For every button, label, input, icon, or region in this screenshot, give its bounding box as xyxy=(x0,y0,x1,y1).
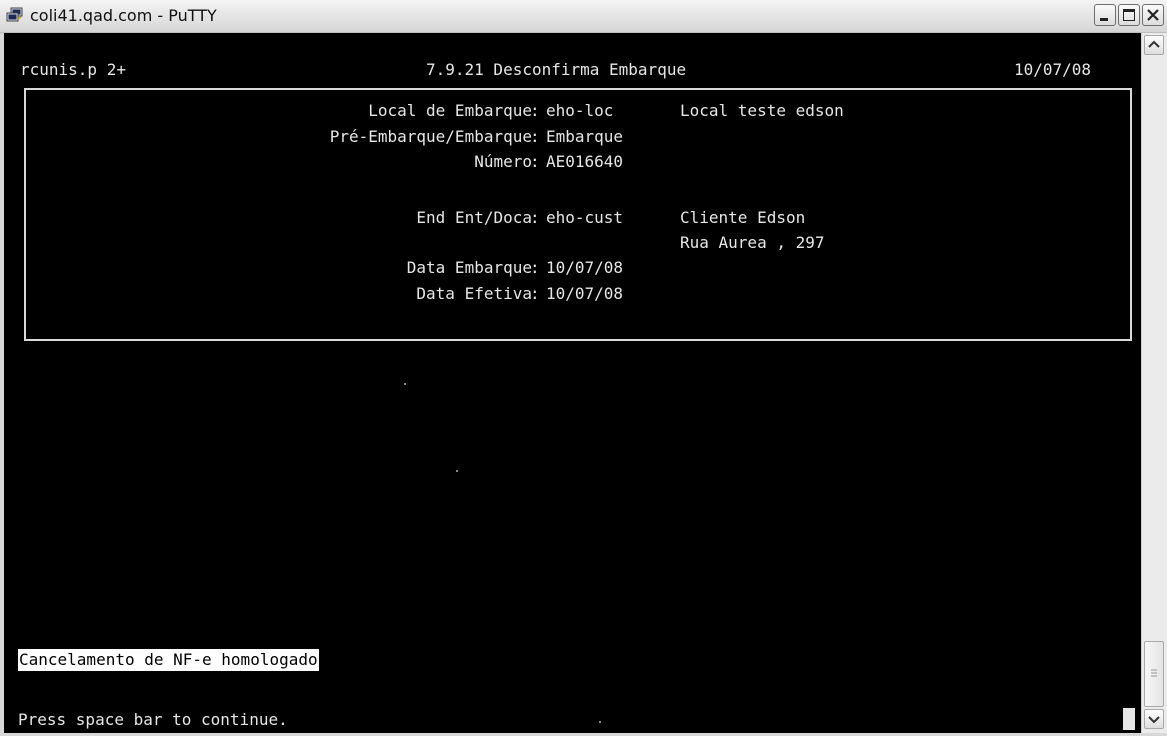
field-row-data-embarque: Data Embarque : 10/07/08 xyxy=(26,257,1130,279)
scroll-up-button[interactable] xyxy=(1144,35,1164,55)
minimize-icon xyxy=(1100,18,1108,21)
continue-prompt: Press space bar to continue. xyxy=(18,710,288,729)
address-line: Rua Aurea , 297 xyxy=(680,233,825,252)
screen-artifact xyxy=(599,721,601,723)
putty-window: coli41.qad.com - PuTTY rcunis.p 2+ 7.9.2… xyxy=(0,0,1167,736)
putty-terminal-icon[interactable] xyxy=(6,7,24,23)
field-row-pre-embarque: Pré-Embarque/Embarque : Embarque xyxy=(26,126,1130,148)
field-colon: : xyxy=(530,127,540,146)
text-cursor xyxy=(1123,708,1135,730)
program-name: rcunis.p 2+ xyxy=(20,60,126,79)
field-value[interactable]: AE016640 xyxy=(546,151,623,173)
field-label: Número xyxy=(474,152,532,171)
field-colon: : xyxy=(530,284,540,303)
vertical-scrollbar[interactable] xyxy=(1141,33,1167,733)
field-label: Pré-Embarque/Embarque xyxy=(329,127,532,146)
field-label: Data Efetiva xyxy=(416,284,532,303)
field-colon: : xyxy=(530,152,540,171)
field-value[interactable]: 10/07/08 xyxy=(546,257,623,279)
close-button[interactable] xyxy=(1142,4,1164,26)
minimize-button[interactable] xyxy=(1094,4,1116,26)
field-colon: : xyxy=(530,101,540,120)
field-row-numero: Número : AE016640 xyxy=(26,151,1130,173)
field-row-address: Rua Aurea , 297 xyxy=(26,232,1130,254)
field-description: Cliente Edson xyxy=(680,208,806,227)
field-value[interactable]: eho-cust xyxy=(546,207,623,229)
grip-icon xyxy=(1151,669,1157,677)
chevron-down-icon xyxy=(1148,716,1160,724)
shipment-form-frame: Local de Embarque : eho-loc Local teste … xyxy=(24,88,1132,341)
screen-artifact xyxy=(456,470,458,472)
close-icon xyxy=(1147,9,1159,21)
terminal-screen[interactable]: rcunis.p 2+ 7.9.21 Desconfirma Embarque … xyxy=(4,33,1141,733)
field-label: Local de Embarque xyxy=(368,101,532,120)
field-value[interactable]: 10/07/08 xyxy=(546,283,623,305)
field-label: Data Embarque xyxy=(406,258,532,277)
field-value[interactable]: eho-loc xyxy=(546,100,613,122)
field-row-local-embarque: Local de Embarque : eho-loc Local teste … xyxy=(26,100,1130,122)
field-value[interactable]: Embarque xyxy=(546,126,623,148)
scroll-thumb[interactable] xyxy=(1144,641,1164,707)
screen-artifact xyxy=(404,383,406,385)
maximize-icon xyxy=(1123,9,1135,21)
maximize-button[interactable] xyxy=(1118,4,1140,26)
scroll-down-button[interactable] xyxy=(1144,709,1164,729)
title-bar[interactable]: coli41.qad.com - PuTTY xyxy=(0,0,1167,33)
field-label: End Ent/Doca xyxy=(416,208,532,227)
field-row-data-efetiva: Data Efetiva : 10/07/08 xyxy=(26,283,1130,305)
chevron-up-icon xyxy=(1148,40,1160,48)
field-description: Local teste edson xyxy=(680,101,844,120)
field-colon: : xyxy=(530,208,540,227)
menu-title: 7.9.21 Desconfirma Embarque xyxy=(426,60,687,79)
status-message: Cancelamento de NF-e homologado xyxy=(18,649,319,671)
field-colon: : xyxy=(530,258,540,277)
window-title: coli41.qad.com - PuTTY xyxy=(30,6,217,25)
header-date: 10/07/08 xyxy=(1014,60,1092,79)
field-row-end-ent-doca: End Ent/Doca : eho-cust Cliente Edson xyxy=(26,207,1130,229)
